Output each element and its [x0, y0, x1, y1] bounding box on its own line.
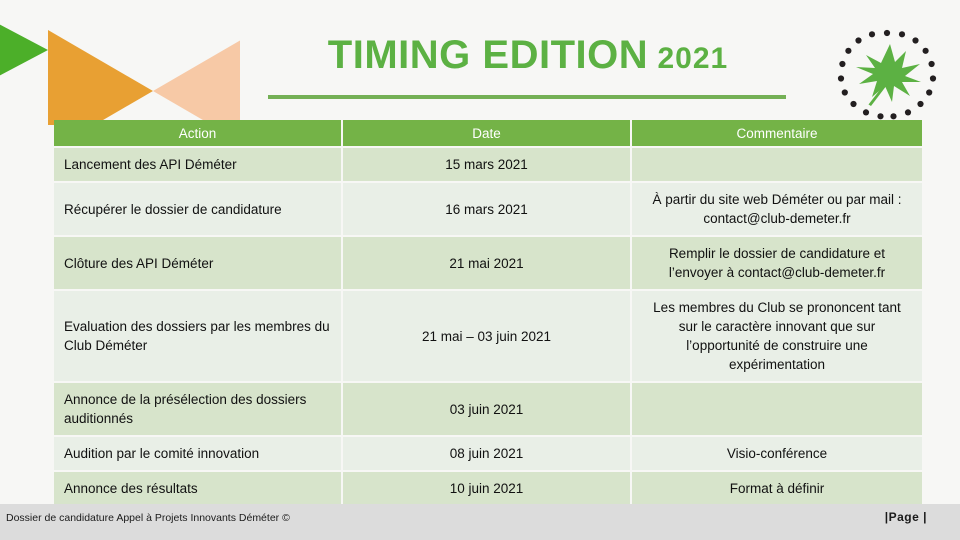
page-title-block: TIMING EDITION 2021	[268, 32, 788, 82]
page-title-main: TIMING EDITION	[327, 33, 649, 77]
cell-date: 10 juin 2021	[343, 472, 630, 505]
cell-commentaire	[632, 383, 922, 435]
page-title: TIMING EDITION 2021	[268, 32, 788, 82]
page-title-year: 2021	[648, 42, 729, 75]
cell-action: Lancement des API Déméter	[54, 148, 341, 181]
cell-commentaire: À partir du site web Déméter ou par mail…	[632, 183, 922, 235]
footer: Dossier de candidature Appel à Projets I…	[0, 504, 960, 540]
cell-date: 03 juin 2021	[343, 383, 630, 435]
demeter-leaf-logo-icon	[832, 24, 942, 128]
cell-action: Annonce des résultats	[54, 472, 341, 505]
cell-action: Evaluation des dossiers par les membres …	[54, 291, 341, 381]
cell-date: 21 mai 2021	[343, 237, 630, 289]
table-row: Clôture des API Déméter 21 mai 2021 Remp…	[54, 237, 922, 289]
cell-action: Clôture des API Déméter	[54, 237, 341, 289]
cell-action: Annonce de la présélection des dossiers …	[54, 383, 341, 435]
cell-action: Audition par le comité innovation	[54, 437, 341, 470]
table-header-row: Action Date Commentaire	[54, 120, 922, 146]
footer-page-number: |Page |	[884, 510, 927, 524]
cell-commentaire: Remplir le dossier de candidature et l’e…	[632, 237, 922, 289]
table-header: Action Date Commentaire	[54, 120, 922, 146]
cell-date: 08 juin 2021	[343, 437, 630, 470]
timing-table: Action Date Commentaire Lancement des AP…	[52, 118, 924, 507]
cell-commentaire: Format à définir	[632, 472, 922, 505]
cell-commentaire: Visio-conférence	[632, 437, 922, 470]
cell-date: 15 mars 2021	[343, 148, 630, 181]
table-body: Lancement des API Déméter 15 mars 2021 R…	[54, 148, 922, 505]
table-row: Evaluation des dossiers par les membres …	[54, 291, 922, 381]
cell-date: 16 mars 2021	[343, 183, 630, 235]
table-row: Annonce des résultats 10 juin 2021 Forma…	[54, 472, 922, 505]
header: TIMING EDITION 2021	[0, 0, 960, 120]
column-header-date: Date	[343, 120, 630, 146]
column-header-action: Action	[54, 120, 341, 146]
cell-commentaire: Les membres du Club se prononcent tant s…	[632, 291, 922, 381]
table-row: Annonce de la présélection des dossiers …	[54, 383, 922, 435]
column-header-commentaire: Commentaire	[632, 120, 922, 146]
table-row: Récupérer le dossier de candidature 16 m…	[54, 183, 922, 235]
table-row: Audition par le comité innovation 08 jui…	[54, 437, 922, 470]
cell-commentaire	[632, 148, 922, 181]
table-row: Lancement des API Déméter 15 mars 2021	[54, 148, 922, 181]
title-divider	[268, 95, 786, 99]
footer-source-text: Dossier de candidature Appel à Projets I…	[6, 512, 290, 524]
cell-action: Récupérer le dossier de candidature	[54, 183, 341, 235]
cell-date: 21 mai – 03 juin 2021	[343, 291, 630, 381]
